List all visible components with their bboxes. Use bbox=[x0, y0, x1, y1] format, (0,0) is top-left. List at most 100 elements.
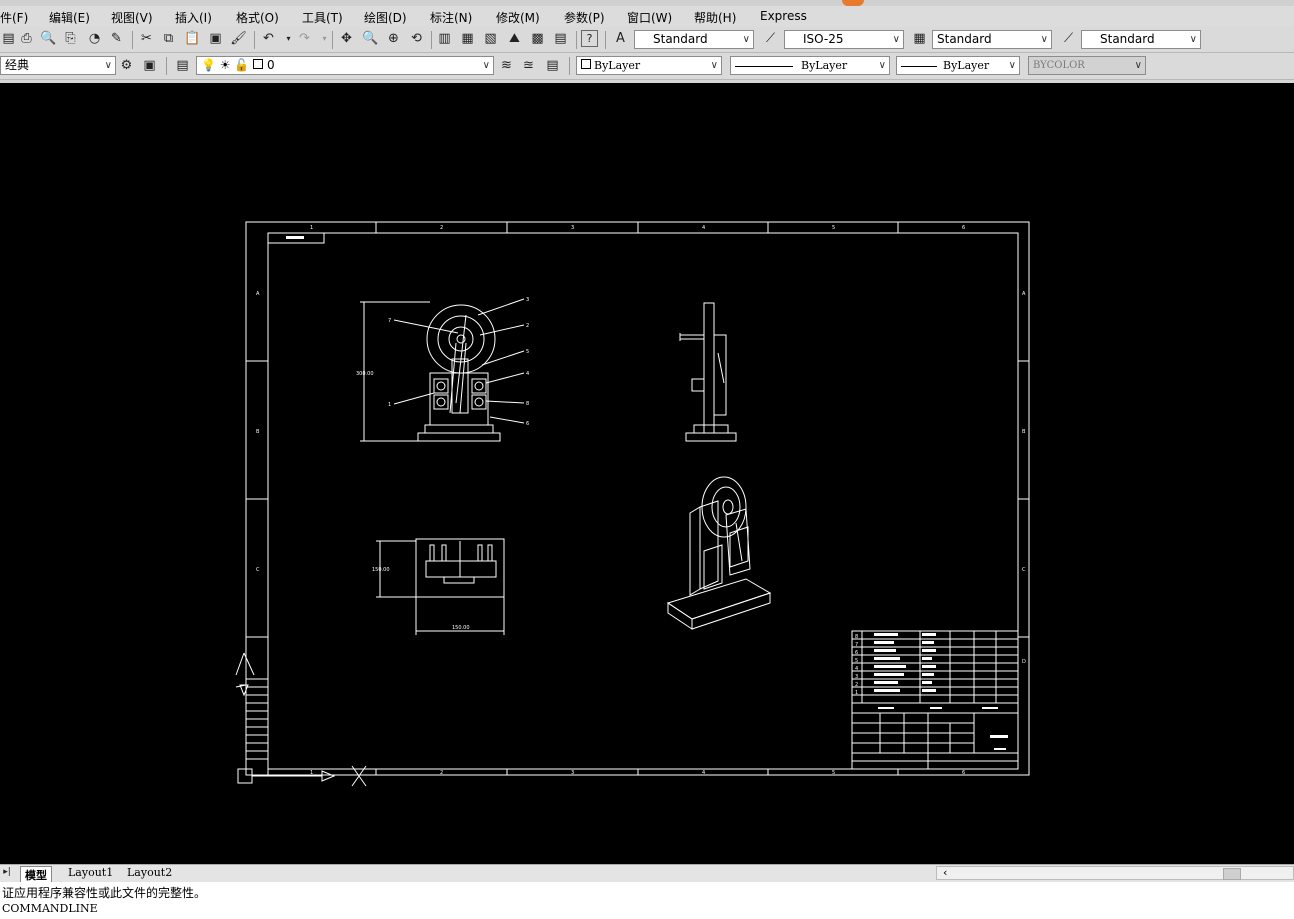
zone-col-label: 6 bbox=[962, 225, 965, 231]
text-style-icon[interactable]: A bbox=[612, 30, 629, 47]
tab-layout2[interactable]: Layout2 bbox=[127, 866, 172, 879]
save-icon[interactable]: ▤ bbox=[0, 30, 17, 47]
tool-palettes-icon[interactable]: ▧ bbox=[482, 30, 499, 47]
menu-view[interactable]: 视图(V) bbox=[111, 9, 153, 26]
table-style-select[interactable]: Standard ∨ bbox=[932, 30, 1052, 49]
bom-index: 7 bbox=[855, 642, 858, 648]
bom-index: 4 bbox=[855, 666, 858, 672]
zone-col-label: 5 bbox=[832, 770, 835, 776]
zone-row-label: B bbox=[1022, 429, 1026, 435]
side-strip bbox=[245, 636, 269, 776]
tab-layout1[interactable]: Layout1 bbox=[68, 866, 113, 879]
menu-tools[interactable]: 工具(T) bbox=[302, 9, 343, 26]
table-style-icon[interactable]: ▦ bbox=[911, 30, 928, 47]
chevron-down-icon: ∨ bbox=[1008, 60, 1016, 71]
linetype-sample bbox=[735, 65, 793, 67]
zone-row-label: C bbox=[256, 567, 260, 573]
front-view bbox=[360, 298, 525, 442]
isometric-view bbox=[666, 476, 772, 630]
toolbar-separator bbox=[132, 31, 133, 49]
undo-dropdown-icon[interactable]: ▾ bbox=[280, 30, 297, 47]
menu-express[interactable]: Express bbox=[760, 9, 807, 23]
redo-dropdown-icon[interactable]: ▾ bbox=[316, 30, 333, 47]
scroll-left-arrow-icon[interactable]: ‹ bbox=[943, 866, 947, 879]
menu-file[interactable]: 件(F) bbox=[0, 9, 28, 26]
command-window[interactable]: 证应用程序兼容性或此文件的完整性。 COMMANDLINE bbox=[0, 882, 1294, 919]
help-icon[interactable]: ? bbox=[581, 30, 598, 47]
workspace-select[interactable]: 经典 ∨ bbox=[0, 56, 116, 75]
menu-edit[interactable]: 编辑(E) bbox=[49, 9, 90, 26]
layers-toolbar: 经典 ∨ ⚙ ▣ ▤ 💡 ☀ 🔓 0 ∨ ≋ ≊ ▤ ByLayer ∨ ByLay… bbox=[0, 53, 1294, 80]
etransmit-icon[interactable]: ✎ bbox=[108, 30, 125, 47]
sun-icon: ☀ bbox=[219, 58, 231, 72]
chevron-down-icon: ∨ bbox=[878, 60, 886, 71]
toolbar-separator bbox=[166, 57, 167, 75]
pan-realtime-icon[interactable]: ✥ bbox=[338, 30, 355, 47]
dim-style-icon[interactable]: ⟋ bbox=[762, 30, 779, 47]
paste-icon[interactable]: 📋 bbox=[184, 30, 201, 47]
layer-properties-icon[interactable]: ▤ bbox=[174, 57, 191, 74]
design-center-icon[interactable]: ▦ bbox=[459, 30, 476, 47]
multileader-style-icon[interactable]: ⟋ bbox=[1060, 30, 1077, 47]
color-select[interactable]: ByLayer ∨ bbox=[576, 56, 722, 75]
zone-col-label: 4 bbox=[702, 770, 705, 776]
toolbar-separator bbox=[332, 31, 333, 49]
menu-draw[interactable]: 绘图(D) bbox=[364, 9, 407, 26]
menu-insert[interactable]: 插入(I) bbox=[175, 9, 212, 26]
calculator-icon[interactable]: ▤ bbox=[552, 30, 569, 47]
tab-model[interactable]: 模型 bbox=[20, 866, 52, 883]
zone-row-label: A bbox=[1022, 291, 1026, 297]
sheet-set-icon[interactable]: ⛰ bbox=[506, 30, 523, 47]
3d-dwf-icon[interactable]: ◔ bbox=[86, 30, 103, 47]
zone-col-label: 2 bbox=[440, 770, 443, 776]
zone-col-label: 1 bbox=[310, 225, 313, 231]
side-view bbox=[679, 302, 737, 442]
zoom-window-icon[interactable]: ⊕ bbox=[385, 30, 402, 47]
chevron-down-icon: ∨ bbox=[104, 60, 112, 71]
markup-icon[interactable]: ▩ bbox=[529, 30, 546, 47]
publish-icon[interactable]: ⎘ bbox=[62, 30, 79, 47]
copy-icon[interactable]: ⧉ bbox=[160, 30, 177, 47]
cut-icon[interactable]: ✂ bbox=[138, 30, 155, 47]
dim-width-text: 150.00 bbox=[452, 625, 470, 631]
zoom-realtime-icon[interactable]: 🔍 bbox=[362, 30, 379, 47]
balloon-label: 5 bbox=[526, 349, 529, 355]
undo-icon[interactable]: ↶ bbox=[260, 30, 277, 47]
workspace-settings-icon[interactable]: ⚙ bbox=[118, 57, 135, 74]
make-current-layer-icon[interactable]: ≋ bbox=[498, 57, 515, 74]
tab-scroll-left-icon[interactable]: ▸| bbox=[2, 865, 12, 879]
layer-previous-icon[interactable]: ≊ bbox=[520, 57, 537, 74]
properties-icon[interactable]: ▥ bbox=[436, 30, 453, 47]
redo-icon[interactable]: ↷ bbox=[296, 30, 313, 47]
scroll-thumb[interactable] bbox=[1223, 868, 1241, 880]
paste-special-icon[interactable]: ▣ bbox=[207, 30, 224, 47]
zone-ticks bbox=[246, 222, 1029, 775]
horizontal-scrollbar[interactable]: ‹ bbox=[936, 866, 1294, 880]
clean-screen-icon[interactable]: ▣ bbox=[141, 57, 158, 74]
linetype-select[interactable]: ByLayer ∨ bbox=[730, 56, 890, 75]
menu-window[interactable]: 窗口(W) bbox=[627, 9, 672, 26]
dim-side-text: 150.00 bbox=[372, 567, 390, 573]
menu-parameter[interactable]: 参数(P) bbox=[564, 9, 605, 26]
match-properties-icon[interactable]: 🖌 bbox=[230, 30, 247, 47]
layer-select[interactable]: 💡 ☀ 🔓 0 ∨ bbox=[196, 56, 494, 75]
layer-states-icon[interactable]: ▤ bbox=[544, 57, 561, 74]
print-preview-icon[interactable]: 🔍 bbox=[40, 30, 57, 47]
menu-help[interactable]: 帮助(H) bbox=[694, 9, 736, 26]
toolbar-separator bbox=[254, 31, 255, 49]
text-style-select[interactable]: Standard ∨ bbox=[634, 30, 754, 49]
lineweight-select[interactable]: ByLayer ∨ bbox=[896, 56, 1020, 75]
print-icon[interactable]: ⎙ bbox=[18, 30, 35, 47]
menu-dimension[interactable]: 标注(N) bbox=[430, 9, 472, 26]
bom-index: 5 bbox=[855, 658, 858, 664]
model-space-canvas[interactable]: 1 2 3 4 5 6 1 2 3 4 5 6 A B C A B C D 30… bbox=[0, 83, 1294, 864]
menu-modify[interactable]: 修改(M) bbox=[496, 9, 540, 26]
bom-index: 3 bbox=[855, 674, 858, 680]
plotstyle-select[interactable]: BYCOLOR ∨ bbox=[1028, 56, 1146, 75]
menu-format[interactable]: 格式(O) bbox=[236, 9, 279, 26]
toolbar-separator bbox=[431, 31, 432, 49]
dim-style-select[interactable]: ISO-25 ∨ bbox=[784, 30, 904, 49]
command-input[interactable]: COMMANDLINE bbox=[2, 902, 98, 915]
zoom-previous-icon[interactable]: ⟲ bbox=[408, 30, 425, 47]
multileader-style-select[interactable]: Standard ∨ bbox=[1081, 30, 1201, 49]
